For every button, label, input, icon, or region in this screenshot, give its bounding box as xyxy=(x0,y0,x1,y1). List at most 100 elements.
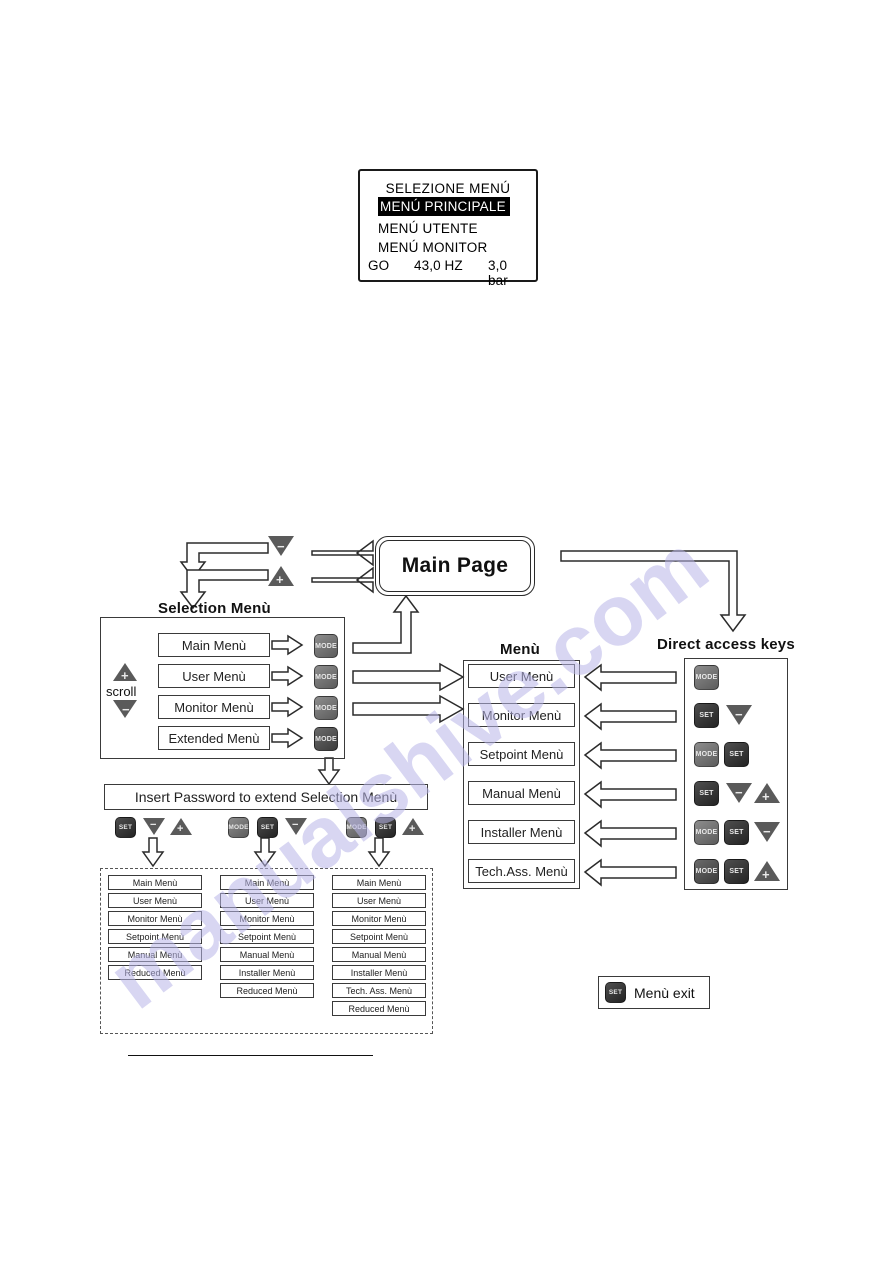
dak-row1-mode-label: MODE xyxy=(695,674,718,681)
menu-item-user[interactable]: User Menù xyxy=(468,664,575,688)
minus-triangle-glyph: − xyxy=(277,539,285,554)
pw2-key-set-label: SET xyxy=(260,824,275,831)
menu-item-installer-label: Installer Menù xyxy=(480,824,563,840)
selection-item-user-label: User Menù xyxy=(182,668,246,684)
res1-item-5[interactable]: Reduced Menù xyxy=(108,965,202,980)
res2-item-3[interactable]: Setpoint Menù xyxy=(220,929,314,944)
selection-item-main-label: Main Menù xyxy=(181,637,247,653)
selection-key-mode-1[interactable]: MODE xyxy=(314,634,338,658)
arrow-pw-group-1-down xyxy=(141,837,165,868)
res1-item-3-label: Setpoint Menù xyxy=(125,931,185,942)
selection-key-mode-2[interactable]: MODE xyxy=(314,665,338,689)
res3-item-6-label: Tech. Ass. Menù xyxy=(345,985,413,996)
pw2-key-set[interactable]: SET xyxy=(257,817,278,838)
res3-item-1[interactable]: User Menù xyxy=(332,893,426,908)
password-bar[interactable]: Insert Password to extend Selection Menù xyxy=(104,784,428,810)
pw1-key-minus-glyph: − xyxy=(150,819,157,831)
selection-item-monitor[interactable]: Monitor Menù xyxy=(158,695,270,719)
dak-row3-mode[interactable]: MODE xyxy=(694,742,719,767)
res2-item-0[interactable]: Main Menù xyxy=(220,875,314,890)
menu-item-techass-label: Tech.Ass. Menù xyxy=(475,863,568,879)
menu-item-installer[interactable]: Installer Menù xyxy=(468,820,575,844)
main-page-label: Main Page xyxy=(379,540,531,592)
menu-item-monitor[interactable]: Monitor Menù xyxy=(468,703,575,727)
res2-item-2[interactable]: Monitor Menù xyxy=(220,911,314,926)
res3-item-4[interactable]: Manual Menù xyxy=(332,947,426,962)
arrow-mainpage-to-minus xyxy=(311,539,374,567)
res2-item-5[interactable]: Installer Menù xyxy=(220,965,314,980)
res2-item-2-label: Monitor Menù xyxy=(239,913,295,924)
selection-key-mode-4[interactable]: MODE xyxy=(314,727,338,751)
res2-item-1[interactable]: User Menù xyxy=(220,893,314,908)
pw2-key-mode[interactable]: MODE xyxy=(228,817,249,838)
arrow-mainpage-to-plus xyxy=(311,566,374,594)
res3-item-5-label: Installer Menù xyxy=(350,967,408,978)
res3-item-2-label: Monitor Menù xyxy=(351,913,407,924)
arrow-pw-group-2-down xyxy=(253,837,277,868)
selection-item-extended-label: Extended Menù xyxy=(168,730,260,746)
pw3-key-set[interactable]: SET xyxy=(375,817,396,838)
menu-item-techass[interactable]: Tech.Ass. Menù xyxy=(468,859,575,883)
menu-item-monitor-label: Monitor Menù xyxy=(481,707,562,723)
res1-item-3[interactable]: Setpoint Menù xyxy=(108,929,202,944)
footnote-separator xyxy=(128,1055,373,1056)
pw3-key-mode[interactable]: MODE xyxy=(346,817,367,838)
res1-item-1[interactable]: User Menù xyxy=(108,893,202,908)
scroll-up-glyph: + xyxy=(121,668,129,683)
selection-item-extended[interactable]: Extended Menù xyxy=(158,726,270,750)
arrow-direct-to-techass xyxy=(583,858,677,887)
pw1-key-set[interactable]: SET xyxy=(115,817,136,838)
res2-item-4-label: Manual Menù xyxy=(239,949,295,960)
dak-row1-mode[interactable]: MODE xyxy=(694,665,719,690)
dak-row5-set-label: SET xyxy=(729,829,744,836)
arrow-direct-to-manual xyxy=(583,780,677,809)
dak-row2-set-label: SET xyxy=(699,712,714,719)
dak-row5-mode[interactable]: MODE xyxy=(694,820,719,845)
dak-row2-minus-glyph: − xyxy=(735,707,743,722)
res3-item-5[interactable]: Installer Menù xyxy=(332,965,426,980)
res1-item-4[interactable]: Manual Menù xyxy=(108,947,202,962)
scroll-down-glyph: − xyxy=(122,702,130,717)
arrow-pw-group-3-down xyxy=(367,837,391,868)
menu-item-setpoint[interactable]: Setpoint Menù xyxy=(468,742,575,766)
menu-exit-key-set[interactable]: SET xyxy=(605,982,626,1003)
res1-item-2-label: Monitor Menù xyxy=(127,913,183,924)
res1-item-0[interactable]: Main Menù xyxy=(108,875,202,890)
plus-triangle-glyph: + xyxy=(276,572,284,587)
res2-item-6[interactable]: Reduced Menù xyxy=(220,983,314,998)
pw2-key-minus-glyph: − xyxy=(292,819,299,831)
document-page: manualshive.com SELEZIONE MENÚ MENÚ PRIN… xyxy=(0,0,893,1263)
dak-row6-mode[interactable]: MODE xyxy=(694,859,719,884)
res3-item-7-label: Reduced Menù xyxy=(348,1003,410,1014)
dak-row4-set-label: SET xyxy=(699,790,714,797)
direct-access-panel xyxy=(684,658,788,890)
res3-item-3[interactable]: Setpoint Menù xyxy=(332,929,426,944)
res3-item-0-label: Main Menù xyxy=(356,877,402,888)
res2-item-5-label: Installer Menù xyxy=(238,967,296,978)
selection-key-mode-1-label: MODE xyxy=(315,642,337,650)
res2-item-4[interactable]: Manual Menù xyxy=(220,947,314,962)
arrow-mainpage-to-direct-keys xyxy=(560,550,747,633)
dak-row3-set-label: SET xyxy=(729,751,744,758)
menu-exit-box[interactable]: SET Menù exit xyxy=(598,976,710,1009)
res2-item-3-label: Setpoint Menù xyxy=(237,931,297,942)
selection-item-user[interactable]: User Menù xyxy=(158,664,270,688)
res1-item-5-label: Reduced Menù xyxy=(124,967,186,978)
res3-item-0[interactable]: Main Menù xyxy=(332,875,426,890)
dak-row3-set[interactable]: SET xyxy=(724,742,749,767)
dak-row2-set[interactable]: SET xyxy=(694,703,719,728)
dak-row4-set[interactable]: SET xyxy=(694,781,719,806)
res2-item-0-label: Main Menù xyxy=(244,877,290,888)
selection-key-mode-3[interactable]: MODE xyxy=(314,696,338,720)
main-page-node[interactable]: Main Page xyxy=(375,536,535,596)
menu-item-manual[interactable]: Manual Menù xyxy=(468,781,575,805)
dak-row6-set[interactable]: SET xyxy=(724,859,749,884)
selection-item-main[interactable]: Main Menù xyxy=(158,633,270,657)
res3-item-7[interactable]: Reduced Menù xyxy=(332,1001,426,1016)
res3-item-2[interactable]: Monitor Menù xyxy=(332,911,426,926)
dak-row5-set[interactable]: SET xyxy=(724,820,749,845)
res2-item-6-label: Reduced Menù xyxy=(236,985,298,996)
res3-item-6[interactable]: Tech. Ass. Menù xyxy=(332,983,426,998)
dak-row6-mode-label: MODE xyxy=(695,868,718,875)
res1-item-2[interactable]: Monitor Menù xyxy=(108,911,202,926)
